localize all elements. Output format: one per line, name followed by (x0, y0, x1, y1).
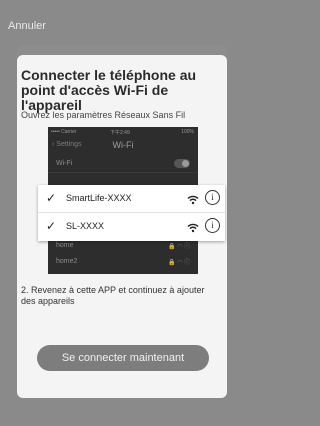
wifi-toggle-row: Wi-Fi (48, 156, 198, 173)
phone-network-row: home2 🔒 ◠ ⓘ (48, 254, 198, 270)
phone-network-name: home2 (56, 258, 78, 265)
phone-network-name: home (56, 242, 74, 249)
info-icon[interactable]: i (205, 190, 220, 205)
wifi-toggle-switch (174, 159, 190, 168)
page-title: Connecter le téléphone au point d'accès … (21, 67, 197, 113)
wifi-icon (187, 220, 199, 238)
battery-label: 100% (181, 129, 194, 135)
carrier-label: ••••• Carrier (51, 129, 77, 135)
network-name: SmartLife-XXXX (66, 193, 132, 203)
check-icon: ✓ (46, 219, 57, 233)
instruction-step-2: 2. Revenez à cette APP et continuez à aj… (21, 285, 205, 306)
lock-wifi-info-icons: 🔒 ◠ ⓘ (167, 260, 190, 266)
instruction-step-1: Ouvrez les paramètres Réseaux Sans Fil (21, 110, 186, 120)
wifi-toggle-label: Wi-Fi (56, 160, 73, 167)
status-bar: ••••• Carrier 下午2:49 100% (48, 127, 198, 137)
wifi-icon (187, 192, 199, 210)
network-list-popup: ✓ SmartLife-XXXX i ✓ SL-XXXX i (38, 185, 225, 241)
network-row-sl[interactable]: ✓ SL-XXXX i (38, 213, 225, 240)
network-row-smartlife[interactable]: ✓ SmartLife-XXXX i (38, 185, 225, 213)
info-icon[interactable]: i (205, 218, 220, 233)
cancel-button[interactable]: Annuler (8, 20, 46, 32)
check-icon: ✓ (46, 191, 57, 205)
connect-now-button[interactable]: Se connecter maintenant (37, 345, 209, 371)
phone-nav-bar: ‹ Settings Wi-Fi (48, 137, 198, 154)
time-label: 下午2:49 (110, 130, 130, 136)
network-name: SL-XXXX (66, 221, 105, 231)
top-bar: Annuler (0, 0, 243, 44)
lock-wifi-info-icons: 🔒 ◠ ⓘ (167, 244, 190, 250)
phone-screen-title: Wi-Fi (112, 140, 134, 150)
